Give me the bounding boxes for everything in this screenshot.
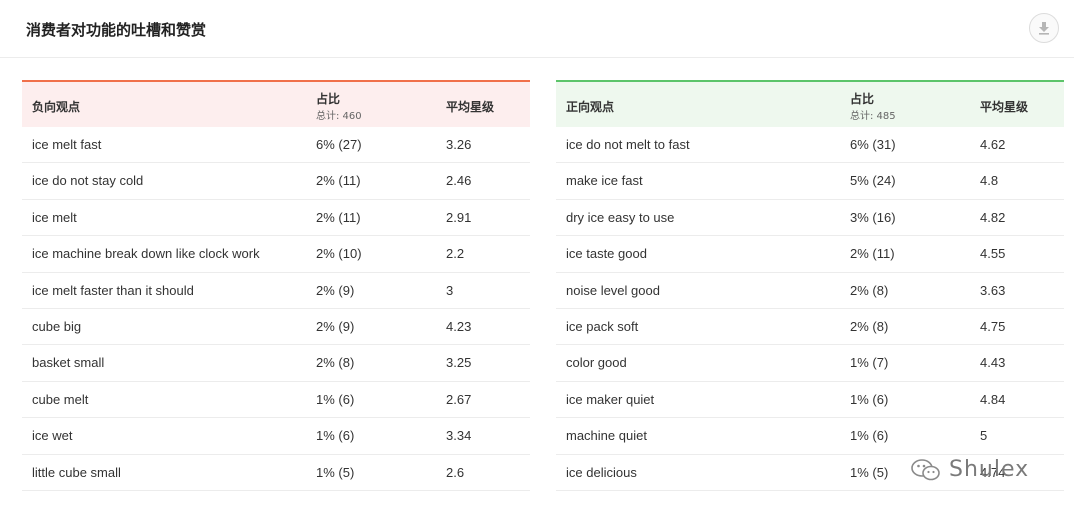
opinion-cell: cube big — [32, 318, 82, 334]
table-row: machine quiet 1% (6) 5 — [556, 418, 1064, 455]
negative-opinions-table: 负向观点 占比 总计: 460 平均星级 ice melt fast 6% (27… — [22, 80, 530, 491]
column-header-share: 占比 — [316, 92, 341, 106]
opinion-cell: make ice fast — [566, 173, 643, 189]
opinion-cell: basket small — [32, 355, 105, 371]
share-cell: 1% (6) — [850, 428, 889, 444]
table-row: ice melt 2% (11) 2.91 — [22, 200, 530, 237]
column-header-share: 占比 — [850, 92, 875, 106]
opinion-cell: little cube small — [32, 464, 121, 480]
column-header-opinion: 正向观点 — [566, 100, 615, 114]
share-cell: 2% (10) — [316, 246, 362, 262]
wechat-icon — [911, 458, 940, 480]
share-cell: 5% (24) — [850, 173, 896, 189]
table-body: ice melt fast 6% (27) 3.26 ice do not stay… — [22, 127, 530, 491]
rating-cell: 2.2 — [446, 246, 465, 262]
table-header: 负向观点 占比 总计: 460 平均星级 — [22, 80, 530, 127]
opinion-cell: ice melt fast — [32, 137, 102, 152]
opinion-cell: ice do not stay cold — [32, 173, 144, 189]
share-cell: 1% (6) — [316, 391, 355, 407]
positive-opinions-table: 正向观点 占比 总计: 485 平均星级 ice do not melt to … — [556, 80, 1064, 491]
column-header-opinion: 负向观点 — [32, 100, 81, 114]
rating-cell: 3.26 — [446, 137, 472, 152]
share-cell: 6% (31) — [850, 137, 896, 152]
watermark-text: Shulex — [949, 457, 1030, 482]
rating-cell: 3.25 — [446, 355, 472, 371]
share-cell: 6% (27) — [316, 137, 362, 152]
rating-cell: 4.43 — [980, 355, 1006, 371]
table-row: make ice fast 5% (24) 4.8 — [556, 163, 1064, 200]
table-row: ice melt fast 6% (27) 3.26 — [22, 127, 530, 164]
column-header-rating: 平均星级 — [446, 100, 495, 114]
table-body: ice do not melt to fast 6% (31) 4.62 make … — [556, 127, 1064, 491]
opinion-cell: ice do not melt to fast — [566, 137, 690, 152]
table-row: color good 1% (7) 4.43 — [556, 345, 1064, 382]
column-header-total: 总计: 460 — [316, 111, 362, 122]
rating-cell: 2.67 — [446, 391, 472, 407]
table-row: cube melt 1% (6) 2.67 — [22, 382, 530, 419]
rating-cell: 4.8 — [980, 173, 999, 189]
table-row: basket small 2% (8) 3.25 — [22, 345, 530, 382]
rating-cell: 3.63 — [980, 282, 1006, 298]
table-row: ice maker quiet 1% (6) 4.84 — [556, 382, 1064, 419]
column-header-rating: 平均星级 — [980, 100, 1029, 114]
rating-cell: 2.6 — [446, 464, 465, 480]
opinion-cell: dry ice easy to use — [566, 209, 675, 225]
share-cell: 1% (5) — [850, 464, 889, 480]
opinion-cell: ice taste good — [566, 246, 647, 262]
rating-cell: 2.91 — [446, 209, 472, 225]
share-cell: 1% (7) — [850, 355, 889, 371]
rating-cell: 3 — [446, 282, 454, 298]
table-row: dry ice easy to use 3% (16) 4.82 — [556, 200, 1064, 237]
table-row: ice pack soft 2% (8) 4.75 — [556, 309, 1064, 346]
share-cell: 1% (5) — [316, 464, 355, 480]
table-row: noise level good 2% (8) 3.63 — [556, 273, 1064, 309]
rating-cell: 2.46 — [446, 173, 472, 189]
column-header-total: 总计: 485 — [850, 111, 896, 122]
page-title: 消费者对功能的吐槽和赞赏 — [26, 21, 207, 39]
opinion-cell: ice maker quiet — [566, 391, 655, 407]
opinion-cell: ice melt — [32, 209, 77, 225]
opinion-cell: color good — [566, 355, 627, 371]
download-button[interactable] — [1029, 13, 1059, 43]
page-header: 消费者对功能的吐槽和赞赏 — [0, 0, 1074, 58]
share-cell: 2% (8) — [316, 355, 355, 371]
opinion-cell: ice wet — [32, 428, 73, 444]
table-row: cube big 2% (9) 4.23 — [22, 309, 530, 346]
watermark: Shulex — [911, 457, 1029, 482]
table-header: 正向观点 占比 总计: 485 平均星级 — [556, 80, 1064, 127]
share-cell: 2% (8) — [850, 282, 889, 298]
opinion-cell: noise level good — [566, 282, 660, 298]
share-cell: 2% (11) — [316, 173, 361, 189]
share-cell: 2% (11) — [850, 246, 895, 262]
rating-cell: 4.23 — [446, 318, 472, 334]
share-cell: 2% (8) — [850, 318, 889, 334]
rating-cell: 4.75 — [980, 318, 1006, 334]
opinion-cell: ice pack soft — [566, 318, 639, 334]
rating-cell: 4.55 — [980, 246, 1006, 262]
share-cell: 3% (16) — [850, 209, 896, 225]
table-row: ice machine break down like clock work 2%… — [22, 236, 530, 273]
rating-cell: 4.62 — [980, 137, 1006, 152]
rating-cell: 5 — [980, 428, 988, 444]
share-cell: 2% (11) — [316, 209, 361, 225]
download-icon — [1039, 22, 1049, 35]
opinion-cell: machine quiet — [566, 428, 647, 444]
share-cell: 1% (6) — [316, 428, 355, 444]
table-row: ice taste good 2% (11) 4.55 — [556, 236, 1064, 273]
opinion-cell: ice melt faster than it should — [32, 282, 194, 298]
rating-cell: 4.84 — [980, 391, 1006, 407]
table-row: ice do not melt to fast 6% (31) 4.62 — [556, 127, 1064, 164]
opinion-cell: ice machine break down like clock work — [32, 246, 260, 262]
share-cell: 1% (6) — [850, 391, 889, 407]
table-row: ice wet 1% (6) 3.34 — [22, 418, 530, 455]
opinion-cell: cube melt — [32, 391, 89, 407]
table-row: little cube small 1% (5) 2.6 — [22, 455, 530, 491]
table-row: ice melt faster than it should 2% (9) 3 — [22, 273, 530, 309]
rating-cell: 4.82 — [980, 209, 1006, 225]
share-cell: 2% (9) — [316, 282, 355, 298]
rating-cell: 3.34 — [446, 428, 472, 444]
opinion-cell: ice delicious — [566, 464, 637, 480]
table-row: ice do not stay cold 2% (11) 2.46 — [22, 163, 530, 200]
share-cell: 2% (9) — [316, 318, 355, 334]
